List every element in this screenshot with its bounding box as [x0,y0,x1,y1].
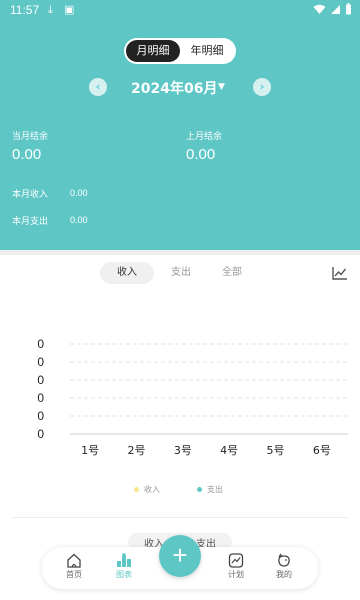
toggle-monthly[interactable]: 月明细 [126,40,180,62]
tab-income[interactable]: 收入 [100,262,154,284]
section-divider [0,250,360,255]
y-tick-label: 0 [37,427,44,441]
month-income-label: 本月收入 [12,190,49,200]
summary-header: 11:57 ⤓ ▣ 月明细 年明细 ‹ 2024年06月 ▼ › 当月结余 0.… [0,0,360,250]
month-expense-value: 0.00 [70,215,88,225]
plan-icon [228,553,244,568]
nav-home-label: 首页 [66,570,82,579]
y-tick-label: 0 [37,355,44,369]
legend-income-dot [134,487,139,492]
nav-chart[interactable]: 图表 [108,553,140,585]
last-balance-value: 0.00 [186,146,216,163]
toggle-yearly[interactable]: 年明细 [180,40,234,62]
type-tabs: 收入 支出 全部 [0,262,360,286]
home-icon [67,553,81,568]
period-toggle: 月明细 年明细 [124,38,236,64]
current-balance-value: 0.00 [12,146,42,163]
download-icon: ⤓ [48,3,53,16]
tab-all[interactable]: 全部 [214,262,250,284]
income-chart: 0 0 0 0 0 0 1号 2号 3号 4号 5号 6号 [37,337,348,457]
status-bar: 11:57 ⤓ ▣ [0,0,360,22]
month-income-value: 0.00 [70,188,88,198]
nav-plan[interactable]: 计划 [220,553,252,585]
y-tick-label: 0 [37,373,44,387]
last-balance-label: 上月结余 [186,132,223,142]
content-divider [12,517,348,518]
x-tick-label: 3号 [174,444,192,457]
battery-icon [346,3,351,15]
nav-plan-label: 计划 [228,570,244,579]
y-tick-label: 0 [37,337,44,351]
legend-expense-label: 支出 [207,485,223,494]
month-title[interactable]: 2024年06月 [131,78,217,98]
current-balance-label: 当月结余 [12,132,49,142]
month-selector: ‹ 2024年06月 ▼ › [0,76,360,100]
x-tick-label: 2号 [128,444,146,457]
status-time: 11:57 [10,3,40,17]
x-tick-label: 6号 [313,444,331,457]
x-tick-label: 5号 [267,444,285,457]
chart-legend: 收入 支出 [0,483,360,497]
nav-profile-label: 我的 [276,570,292,579]
add-record-button[interactable]: + [159,535,201,577]
notification-icon: ▣ [64,3,75,16]
y-tick-label: 0 [37,391,44,405]
legend-expense-dot [197,487,202,492]
month-expense-label: 本月支出 [12,217,49,227]
status-icons [313,3,352,15]
x-tick-label: 4号 [220,444,238,457]
x-tick-label: 1号 [81,444,99,457]
signal-icon [331,4,340,14]
nav-home[interactable]: 首页 [58,553,90,585]
tab-expense[interactable]: 支出 [163,262,199,284]
next-month-button[interactable]: › [253,78,271,96]
y-tick-label: 0 [37,409,44,423]
chart-icon [117,553,131,567]
caret-down-icon[interactable]: ▼ [218,82,225,92]
nav-profile[interactable]: 我的 [268,553,300,585]
nav-chart-label: 图表 [116,570,132,579]
profile-icon [278,553,290,567]
legend-income-label: 收入 [144,485,160,494]
prev-month-button[interactable]: ‹ [89,78,107,96]
wifi-icon [313,4,326,14]
trend-chart-icon[interactable] [332,266,348,280]
